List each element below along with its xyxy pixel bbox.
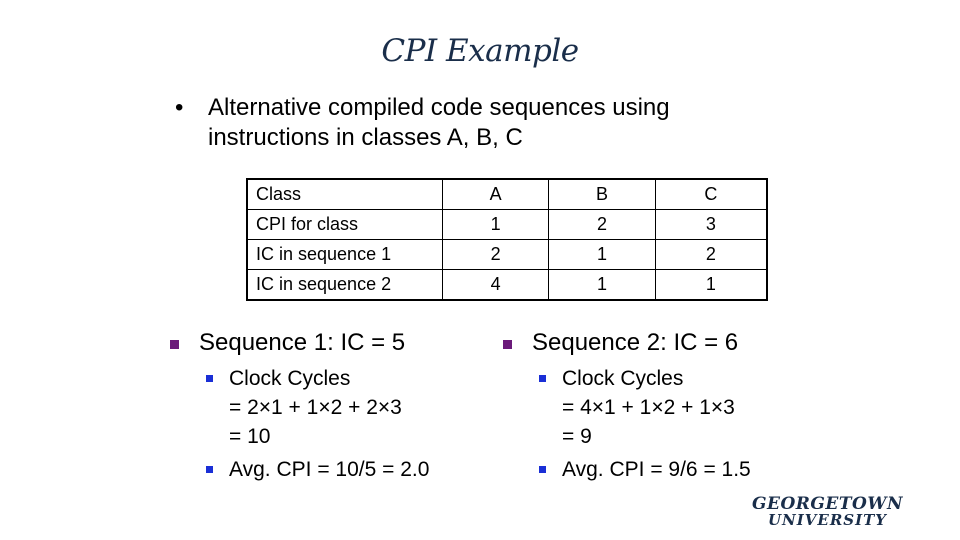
table-row: IC in sequence 2 4 1 1 [246, 269, 768, 301]
sequence-1-column: Sequence 1: IC = 5 Clock Cycles = 2×1 + … [170, 326, 429, 484]
table-cell: 1 [441, 209, 550, 240]
table-cell: 1 [548, 239, 656, 270]
table-row: IC in sequence 1 2 1 2 [246, 239, 768, 270]
intro-text: Alternative compiled code sequences usin… [208, 94, 670, 151]
table-cell: IC in sequence 1 [246, 239, 443, 270]
clock-cycles-label: Clock Cycles [229, 367, 351, 390]
sequence-1-heading-item: Sequence 1: IC = 5 [170, 326, 429, 360]
table-header-row: Class A B C [246, 178, 768, 210]
sequence-2-avg-cpi-item: Avg. CPI = 9/6 = 1.5 [503, 455, 751, 484]
logo-line-1: GEORGETOWN [752, 494, 903, 514]
clock-cycles-label: Clock Cycles [562, 367, 684, 390]
square-bullet-icon [539, 466, 546, 473]
table-cell: 2 [548, 209, 656, 240]
avg-cpi-text: Avg. CPI = 9/6 = 1.5 [562, 458, 751, 481]
table-cell: 1 [654, 269, 768, 301]
table-row: CPI for class 1 2 3 [246, 209, 768, 240]
clock-cycles-formula: = 4×1 + 1×2 + 1×3 [562, 396, 735, 419]
bullet-dot-icon: • [175, 94, 184, 121]
georgetown-university-logo: GEORGETOWN UNIVERSITY [752, 494, 903, 529]
clock-cycles-formula: = 2×1 + 1×2 + 2×3 [229, 396, 402, 419]
cpi-table: Class A B C CPI for class 1 2 3 IC in se… [246, 178, 768, 301]
clock-cycles-result: = 10 [229, 425, 271, 448]
clock-cycles-result: = 9 [562, 425, 592, 448]
table-cell: 2 [441, 239, 550, 270]
sequence-2-heading-item: Sequence 2: IC = 6 [503, 326, 751, 360]
avg-cpi-text: Avg. CPI = 10/5 = 2.0 [229, 458, 430, 481]
sequence-2-clock-cycles-item: Clock Cycles = 4×1 + 1×2 + 1×3 = 9 [503, 364, 751, 451]
table-cell: C [654, 178, 768, 210]
sequence-2-column: Sequence 2: IC = 6 Clock Cycles = 4×1 + … [503, 326, 751, 484]
table-cell: CPI for class [246, 209, 443, 240]
sequence-1-clock-cycles-item: Clock Cycles = 2×1 + 1×2 + 2×3 = 10 [170, 364, 429, 451]
table-cell: 3 [654, 209, 768, 240]
square-bullet-icon [206, 375, 213, 382]
table-cell: 1 [548, 269, 656, 301]
sequence-1-avg-cpi-item: Avg. CPI = 10/5 = 2.0 [170, 455, 429, 484]
intro-bullet-item: • Alternative compiled code sequences us… [175, 93, 768, 153]
slide-title: CPI Example [381, 33, 579, 69]
logo-line-2: UNIVERSITY [767, 511, 888, 529]
table-cell: IC in sequence 2 [246, 269, 443, 301]
sequence-2-heading: Sequence 2: IC = 6 [532, 329, 739, 356]
table-cell: A [441, 178, 550, 210]
square-bullet-icon [539, 375, 546, 382]
table-cell: B [548, 178, 656, 210]
table-cell: 2 [654, 239, 768, 270]
square-bullet-icon [503, 340, 512, 349]
sequence-1-heading: Sequence 1: IC = 5 [199, 329, 406, 356]
square-bullet-icon [170, 340, 179, 349]
table-cell: 4 [441, 269, 550, 301]
square-bullet-icon [206, 466, 213, 473]
table-cell: Class [246, 178, 443, 210]
